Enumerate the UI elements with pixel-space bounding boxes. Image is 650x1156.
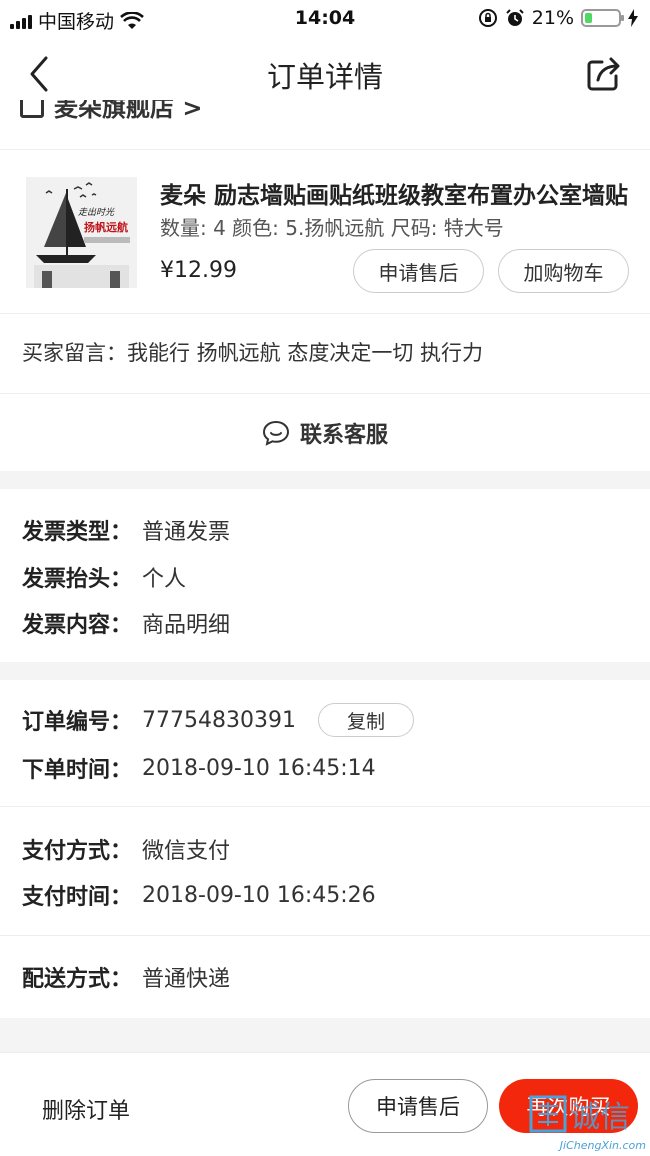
watermark-text: 诚信: [570, 1100, 630, 1135]
invoice-title-label: 发票抬头：: [22, 567, 133, 592]
nav-bar: 订单详情: [0, 40, 650, 106]
payment-method-label: 支付方式：: [22, 839, 133, 864]
share-button[interactable]: [584, 54, 624, 94]
chevron-left-icon: [30, 56, 48, 92]
section-gap: [0, 662, 650, 680]
payment-method-value: 微信支付: [142, 839, 231, 864]
payment-method-row: 支付方式： 微信支付: [22, 833, 230, 865]
product-item[interactable]: 走出时光 扬帆远航 麦朵 励志墙贴画贴纸班级教室布置办公室墙贴 数量: 4 颜色…: [0, 160, 650, 314]
status-bar: 中国移动 14:04 21%: [0, 0, 650, 40]
shop-name: 麦朵旗舰店 >: [54, 100, 203, 122]
watermark-logo: 诚信 JiChengXin.com: [526, 1088, 646, 1152]
order-time-row: 下单时间： 2018-09-10 16:45:14: [22, 752, 376, 784]
signal-icon: [10, 13, 32, 29]
add-to-cart-button[interactable]: 加购物车: [498, 249, 629, 293]
bottom-action-bar: 删除订单 申请售后 再次购买 诚信 JiChengXin.com: [0, 1052, 650, 1156]
product-thumbnail: 走出时光 扬帆远航: [26, 177, 137, 288]
order-info-section: 订单编号： 77754830391 复制 下单时间： 2018-09-10 16…: [0, 680, 650, 1018]
wifi-icon: [120, 11, 144, 29]
payment-time-label: 支付时间：: [22, 885, 133, 910]
image-text-2: 扬帆远航: [84, 220, 128, 234]
product-price: ¥12.99: [160, 258, 237, 283]
battery-percent: 21%: [531, 7, 574, 29]
payment-time-value: 2018-09-10 16:45:26: [142, 882, 376, 908]
bottom-after-sale-button[interactable]: 申请售后: [348, 1079, 488, 1133]
copy-order-number-button[interactable]: 复制: [317, 703, 414, 737]
orientation-lock-icon: [478, 9, 497, 27]
battery-icon: [581, 9, 624, 27]
invoice-type-row: 发票类型： 普通发票: [22, 514, 230, 546]
store-icon: [20, 100, 44, 118]
invoice-type-value: 普通发票: [142, 520, 231, 545]
order-number-label: 订单编号：: [22, 710, 133, 735]
delivery-method-value: 普通快递: [142, 967, 231, 992]
section-gap: [0, 1018, 650, 1052]
invoice-section: 发票类型： 普通发票 发票抬头： 个人 发票内容： 商品明细: [0, 489, 650, 662]
delivery-method-row: 配送方式： 普通快递: [22, 961, 230, 993]
delivery-method-label: 配送方式：: [22, 967, 133, 992]
apply-after-sale-button[interactable]: 申请售后: [353, 249, 484, 293]
page-title: 订单详情: [266, 60, 383, 94]
shop-header: 麦朵旗舰店 >: [20, 100, 202, 123]
image-text-1: 走出时光: [78, 207, 115, 218]
invoice-content-value: 商品明细: [142, 613, 231, 638]
divider: [0, 935, 650, 936]
buyer-remark: 买家留言：我能行 扬帆远航 态度决定一切 执行力: [0, 314, 650, 394]
order-time-value: 2018-09-10 16:45:14: [142, 755, 376, 781]
watermark-site: JiChengXin.com: [559, 1139, 646, 1152]
product-name[interactable]: 麦朵 励志墙贴画贴纸班级教室布置办公室墙贴: [160, 176, 630, 210]
share-icon: [587, 57, 620, 91]
order-number-value: 77754830391: [142, 707, 296, 733]
product-image[interactable]: 走出时光 扬帆远航: [26, 177, 137, 288]
chat-smile-icon: [262, 420, 289, 446]
payment-time-row: 支付时间： 2018-09-10 16:45:26: [22, 879, 376, 911]
section-gap: [0, 471, 650, 489]
contact-service-button[interactable]: 联系客服: [0, 395, 650, 471]
carrier-name: 中国移动: [38, 11, 115, 33]
invoice-content-row: 发票内容： 商品明细: [22, 607, 230, 639]
invoice-title-value: 个人: [142, 567, 187, 592]
back-button[interactable]: [22, 54, 58, 94]
invoice-type-label: 发票类型：: [22, 520, 133, 545]
delete-order-button[interactable]: 删除订单: [42, 1093, 130, 1125]
status-right: 21%: [478, 7, 638, 29]
contact-service-label: 联系客服: [299, 423, 388, 448]
charging-icon: [628, 9, 638, 27]
shop-row[interactable]: 麦朵旗舰店 >: [0, 100, 650, 150]
order-number-row: 订单编号： 77754830391 复制: [22, 703, 414, 737]
alarm-icon: [506, 9, 524, 26]
order-time-label: 下单时间：: [22, 758, 133, 783]
watermark-icon: [529, 1095, 567, 1133]
product-spec: 数量: 4 颜色: 5.扬帆远航 尺码: 特大号: [160, 216, 504, 240]
status-left: 中国移动: [10, 7, 144, 34]
divider: [0, 806, 650, 807]
invoice-content-label: 发票内容：: [22, 613, 133, 638]
invoice-title-row: 发票抬头： 个人: [22, 561, 186, 593]
